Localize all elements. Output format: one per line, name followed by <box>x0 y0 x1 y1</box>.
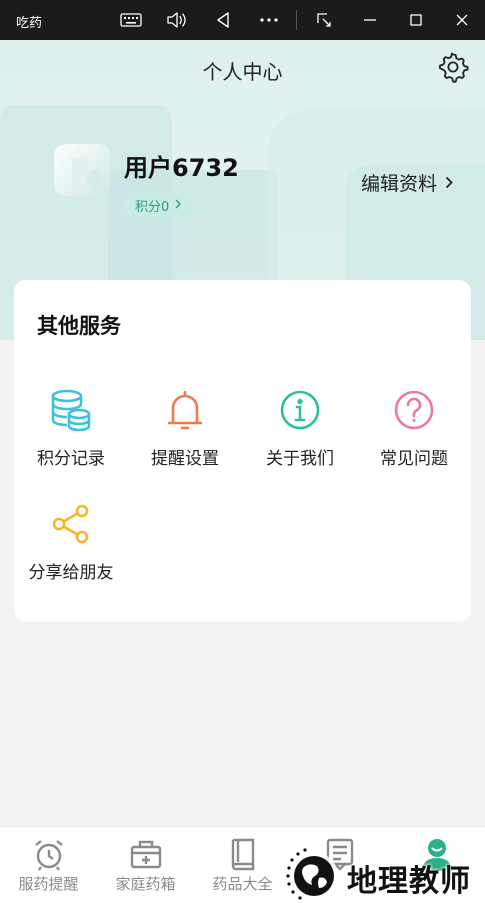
nav-label: 家庭药箱 <box>115 875 176 893</box>
avatar[interactable] <box>50 138 112 200</box>
minimize-icon[interactable] <box>356 6 384 34</box>
watermark: 地理教师 <box>283 846 483 902</box>
service-about-us[interactable]: 关于我们 <box>243 388 357 469</box>
edit-profile-link[interactable]: 编辑资料 <box>361 169 453 196</box>
globe-logo-icon <box>286 848 338 900</box>
screenshot-icon[interactable] <box>310 6 338 34</box>
database-icon <box>49 388 93 432</box>
close-icon[interactable] <box>448 6 476 34</box>
user-name: 用户6732 <box>124 154 239 182</box>
service-label: 提醒设置 <box>151 449 219 469</box>
keyboard-icon[interactable] <box>117 6 145 34</box>
alarm-clock-icon <box>32 837 66 871</box>
points-label: 积分0 <box>135 200 170 215</box>
window-titlebar: 吃药 <box>0 0 485 40</box>
nav-item-family-medicine-box[interactable]: 家庭药箱 <box>97 837 194 894</box>
maximize-icon[interactable] <box>402 6 430 34</box>
medicine-box-icon <box>129 837 163 871</box>
nav-item-medication-reminder[interactable]: 服药提醒 <box>0 837 97 894</box>
more-icon[interactable] <box>255 6 283 34</box>
service-label: 积分记录 <box>37 449 105 469</box>
titlebar-divider <box>296 10 297 30</box>
info-icon <box>278 388 322 432</box>
bell-icon <box>163 388 207 432</box>
service-points-record[interactable]: 积分记录 <box>14 388 128 469</box>
service-label: 常见问题 <box>380 449 448 469</box>
nav-item-drug-encyclopedia[interactable]: 药品大全 <box>194 837 291 894</box>
gear-icon[interactable] <box>437 51 469 83</box>
back-triangle-icon[interactable] <box>209 6 237 34</box>
service-label: 分享给朋友 <box>28 563 114 583</box>
services-card: 其他服务 积分记录 提醒设置 关于我们 常见问题 分享给朋友 <box>14 280 471 622</box>
service-share[interactable]: 分享给朋友 <box>14 502 128 583</box>
watermark-text: 地理教师 <box>347 864 471 899</box>
service-faq[interactable]: 常见问题 <box>357 388 471 469</box>
book-icon <box>226 837 260 871</box>
service-reminder-settings[interactable]: 提醒设置 <box>128 388 242 469</box>
nav-label: 服药提醒 <box>18 875 79 893</box>
services-title: 其他服务 <box>37 314 121 338</box>
page-title: 个人中心 <box>202 60 283 84</box>
share-icon <box>49 502 93 546</box>
nav-label: 药品大全 <box>212 875 273 893</box>
chevron-right-icon <box>175 198 182 213</box>
chevron-right-icon <box>445 172 453 194</box>
edit-profile-label: 编辑资料 <box>361 173 438 195</box>
points-badge[interactable]: 积分0 <box>123 194 194 217</box>
window-title: 吃药 <box>16 16 43 31</box>
volume-icon[interactable] <box>163 6 191 34</box>
help-icon <box>392 388 436 432</box>
service-label: 关于我们 <box>266 449 334 469</box>
